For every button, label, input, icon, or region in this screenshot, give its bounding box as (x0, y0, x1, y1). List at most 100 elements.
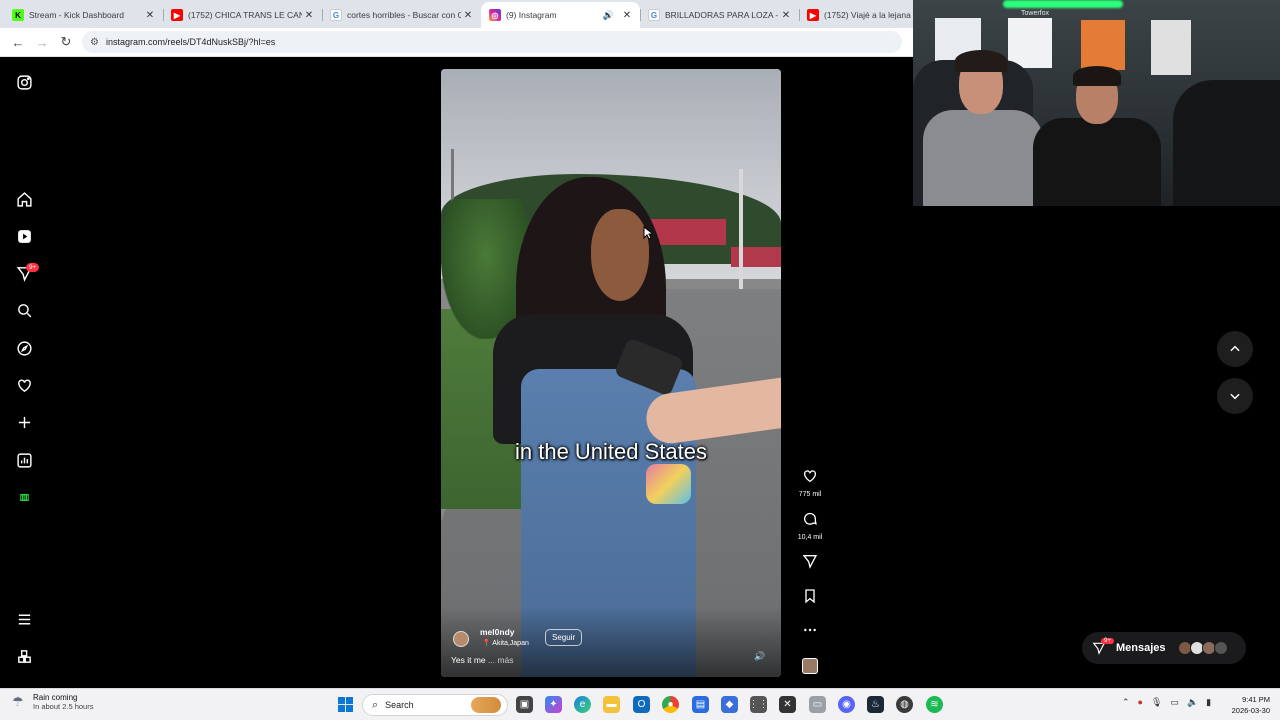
windows-start-icon[interactable] (337, 696, 354, 713)
video-subtitle: in the United States (514, 439, 707, 464)
close-icon[interactable]: ✕ (461, 10, 475, 21)
browser-tab-instagram[interactable]: ◎ (9) Instagram 🔊 ✕ (481, 2, 640, 28)
antivirus-icon[interactable]: ● (1138, 697, 1143, 708)
bookmark-icon (805, 589, 815, 604)
like-button[interactable]: 775 mil (790, 468, 830, 498)
tab-title: BRILLADORAS PARA LOZA - Busca (665, 10, 779, 20)
site-settings-icon[interactable]: ⚙ (90, 37, 99, 48)
close-icon[interactable]: ✕ (620, 10, 634, 21)
url-text: instagram.com/reels/DT4dNuskSBj/?hl=es (105, 37, 276, 47)
search-icon: ⌕ (372, 698, 379, 711)
notepad-icon[interactable]: ▭ (809, 696, 826, 713)
volume-icon[interactable]: 🔈 (1187, 697, 1198, 708)
streamer-body (923, 110, 1043, 206)
capcut-icon[interactable]: ✕ (779, 696, 796, 713)
profile-avatar-icon[interactable] (14, 487, 34, 507)
vpn-icon[interactable]: ◆ (721, 696, 738, 713)
tab-title: Stream - Kick Dashboard (29, 10, 124, 20)
chevron-down-icon (1230, 393, 1240, 400)
display-icon[interactable]: ▭ (1170, 697, 1179, 708)
steam-icon[interactable]: ♨ (867, 696, 884, 713)
weather-widget[interactable]: ☂ Rain coming In about 2.5 hours (12, 693, 93, 711)
reel-video[interactable]: in the United States mel0ndy 📍 Akita,Jap… (441, 69, 781, 677)
more-options-button[interactable] (790, 622, 830, 643)
chevron-up-icon[interactable]: ⌃ (1122, 697, 1130, 708)
author-avatar[interactable] (453, 631, 469, 647)
author-username[interactable]: mel0ndy (480, 627, 515, 637)
message-avatars (1177, 641, 1228, 655)
create-plus-icon[interactable] (14, 412, 34, 432)
browser-tab-google-2[interactable]: G BRILLADORAS PARA LOZA - Busca ✕ (640, 2, 799, 28)
audio-thumbnail[interactable] (802, 658, 818, 674)
description-text: Yes it me (451, 655, 486, 665)
forward-arrow-icon[interactable]: → (30, 30, 54, 54)
follow-button[interactable]: Seguir (545, 629, 583, 646)
also-from-meta-icon[interactable] (14, 646, 34, 666)
close-icon[interactable]: ✕ (143, 10, 157, 21)
reload-icon[interactable]: ↻ (54, 30, 78, 54)
video-person-face (591, 209, 649, 301)
browser-tab-kick[interactable]: K Stream - Kick Dashboard ✕ (4, 2, 163, 28)
browser-tab-google[interactable]: G cortes horribles - Buscar con Goo ✕ (322, 2, 481, 28)
chrome-icon[interactable]: ● (662, 696, 679, 713)
likes-count: 775 mil (798, 491, 822, 498)
reels-icon[interactable] (14, 226, 34, 246)
reel-location[interactable]: 📍 Akita,Japan (482, 639, 529, 647)
taskbar-search[interactable]: ⌕ Search (362, 694, 508, 716)
comment-button[interactable]: 10,4 mil (790, 511, 830, 541)
dashboard-chart-icon[interactable] (14, 450, 34, 470)
messages-button[interactable]: 9+ Mensajes (1082, 632, 1246, 664)
apps-grid-icon[interactable]: ⋮⋮ (749, 696, 769, 713)
youtube-icon: ▶ (807, 9, 819, 21)
location-pin-icon: 📍 (482, 640, 491, 647)
file-explorer-icon[interactable]: ▬ (603, 696, 620, 713)
instagram-icon: ◎ (489, 9, 501, 21)
speaker-icon[interactable]: 🔊 (603, 10, 614, 21)
windows-taskbar: ☂ Rain coming In about 2.5 hours ⌕ Searc… (0, 688, 1280, 720)
obs-icon[interactable]: ◍ (896, 696, 913, 713)
location-text: Akita,Japan (492, 640, 529, 647)
webcam-overlay-text: Towerfox (1021, 10, 1050, 17)
battery-icon[interactable]: ▮ (1206, 697, 1211, 708)
tab-title: (9) Instagram (506, 10, 557, 20)
system-tray: ⌃ ● 🎙 ▭ 🔈 ▮ (1122, 697, 1211, 708)
store-icon[interactable]: ▤ (692, 696, 709, 713)
instagram-sidebar: 9+ (0, 58, 48, 688)
taskbar-clock[interactable]: 9:41 PM 2026-03-30 (1224, 694, 1270, 716)
outlook-icon[interactable]: O (633, 696, 650, 713)
close-icon[interactable]: ✕ (779, 10, 793, 21)
address-bar[interactable]: ⚙ instagram.com/reels/DT4dNuskSBj/?hl=es (82, 31, 902, 53)
menu-hamburger-icon[interactable] (14, 609, 34, 629)
streamer-hair (955, 50, 1007, 72)
more-link[interactable]: ... más (488, 655, 514, 665)
tab-title: (1752) CHICA TRANS LE CANTA (188, 10, 302, 20)
share-button[interactable] (790, 553, 830, 574)
video-person-bag (646, 464, 691, 504)
mouse-cursor-icon (643, 226, 653, 240)
save-button[interactable] (790, 588, 830, 609)
back-arrow-icon[interactable]: ← (6, 30, 30, 54)
close-icon[interactable]: ✕ (302, 10, 316, 21)
explore-compass-icon[interactable] (14, 338, 34, 358)
heart-icon[interactable] (14, 375, 34, 395)
comments-count: 10,4 mil (797, 534, 823, 541)
next-reel-button[interactable] (1217, 378, 1253, 414)
discord-icon[interactable]: ◉ (838, 696, 855, 713)
spotify-icon[interactable]: ≋ (926, 696, 943, 713)
search-highlight-icon (471, 697, 501, 713)
notification-badge: 9+ (26, 263, 40, 272)
reel-description[interactable]: Yes it me ... más (451, 655, 514, 665)
instagram-logo-icon[interactable] (14, 72, 34, 92)
search-icon[interactable] (14, 300, 34, 320)
edge-icon[interactable]: e (574, 696, 591, 713)
browser-tab-youtube[interactable]: ▶ (1752) CHICA TRANS LE CANTA ✕ (163, 2, 322, 28)
volume-icon[interactable]: 🔊 (754, 651, 765, 662)
microphone-icon[interactable]: 🎙 (1151, 697, 1162, 708)
copilot-icon[interactable]: ✦ (545, 696, 562, 713)
wall-jersey (1151, 20, 1191, 75)
send-icon (802, 555, 818, 569)
clock-date: 2026-03-30 (1231, 706, 1270, 715)
task-view-icon[interactable]: ▣ (516, 696, 533, 713)
home-icon[interactable] (14, 189, 34, 209)
previous-reel-button[interactable] (1217, 331, 1253, 367)
